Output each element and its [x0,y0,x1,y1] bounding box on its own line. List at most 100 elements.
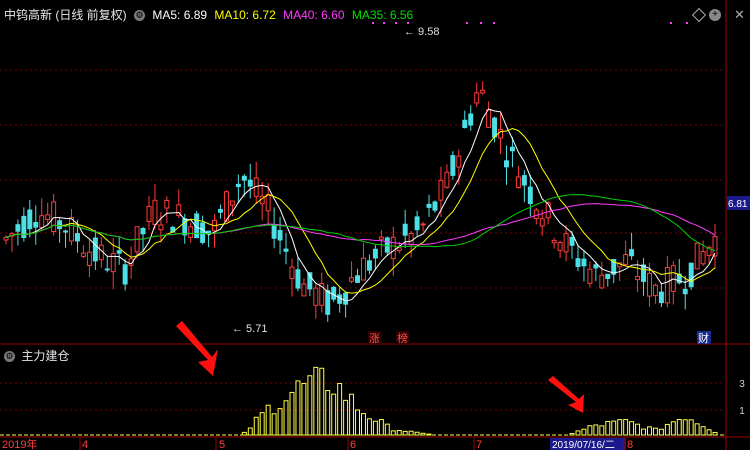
indicator-bar [587,425,593,436]
indicator-bar [301,382,307,436]
indicator-scale-3: 3 [739,379,745,390]
indicator-bar [271,413,277,436]
gear-icon[interactable]: ⚙ [134,10,146,22]
ma40-line [5,203,716,246]
candle-body [504,160,509,168]
cai-marker: 财 [698,331,709,345]
candle-body [396,247,402,252]
candle-body [605,273,611,279]
candle-body [15,224,21,232]
candle-body [51,201,57,233]
candle-body [265,194,271,212]
candle-body [635,276,641,281]
indicator-bar [343,399,349,436]
indicator-bar [617,419,623,436]
bang-marker: 榜 [397,331,408,345]
indicator-bar [641,428,647,436]
indicator-bar [313,366,319,436]
candle-body [414,216,420,231]
indicator-bar [378,419,384,436]
candle-body [301,283,307,297]
candle-body [623,254,629,265]
candle-body [498,128,503,139]
indicator-bar [372,420,378,436]
candle-body [3,236,9,241]
candle-body [444,171,450,188]
indicator-bar [277,408,283,436]
indicator-bar [337,383,343,436]
candle-body [116,250,122,254]
chart-header: 中钨高新 (日线 前复权) ⚙ MA5: 6.89 MA10: 6.72 MA4… [4,6,417,23]
indicator-bar [569,433,575,436]
candle-body [223,191,229,222]
candle-body [325,290,331,315]
indicator-title: 主力建仓 [21,349,70,363]
candle-body [563,233,569,253]
chart-canvas[interactable]: ← 9.58 ← 5.71 6.81 涨 榜 财 3 1 2019年 4 5 6 7 2019/07/16… [0,0,750,450]
indicator-bar [664,423,670,436]
candle-body [140,228,146,235]
candle-body [533,209,539,219]
candle-body [277,229,283,241]
candle-body [408,232,414,246]
candle-body [158,224,164,231]
indicator-bar [396,430,402,436]
indicator-bar [652,427,658,436]
event-marker-dot [480,22,482,24]
indicator-bar [712,431,718,436]
indicator-scale-1: 1 [739,406,745,417]
ma40-label: MA40: 6.60 [283,8,345,22]
candle-body [331,286,337,300]
red-arrow-icon [176,321,218,376]
candle-body [27,209,33,230]
candle-body [45,214,51,221]
axis-year: 2019年 [2,437,37,450]
event-marker-dot [670,22,672,24]
gear-icon[interactable]: ⚙ [4,351,15,363]
candle-body [420,223,426,226]
candle-body [283,248,289,252]
red-arrow-icon [548,376,584,413]
candle-body [593,264,599,269]
indicator-bar [355,409,360,436]
candle-body [235,183,241,188]
indicator-bar [331,393,337,436]
candle-body [271,224,277,239]
indicator-bar [694,423,700,436]
indicator-bar [253,416,259,436]
indicator-bar [289,391,295,436]
candle-body [682,288,688,295]
indicator-bar [593,424,599,436]
candle-body [688,262,694,288]
zoom-icon[interactable]: + [709,9,721,21]
candle-body [438,179,444,201]
candle-body [480,89,486,94]
high-price-label: ← 9.58 [404,26,439,38]
axis-month-5: 5 [219,439,225,450]
indicator-bar [575,430,581,436]
candle-body [289,266,295,280]
candle-body [361,257,366,281]
candle-body [658,291,664,304]
indicator-bar [611,420,617,436]
event-marker-dot [493,22,495,24]
candle-body [527,186,533,205]
indicator-bar [361,413,366,436]
close-icon[interactable]: ✕ [734,7,745,23]
indicator-bar [670,421,676,436]
indicator-bar [384,423,390,436]
axis-month-6: 6 [350,439,356,450]
candle-body [384,237,390,253]
indicator-bar [414,431,420,436]
candle-body [432,201,438,211]
candle-body [372,248,378,259]
candle-body [509,146,515,152]
indicator-bar [658,428,664,436]
axis-month-4: 4 [82,439,88,450]
indicator-bar [349,393,355,436]
candle-body [337,294,343,304]
candle-body [146,205,152,223]
candle-body [492,117,498,138]
candle-body [456,155,462,168]
candle-body [587,268,593,284]
